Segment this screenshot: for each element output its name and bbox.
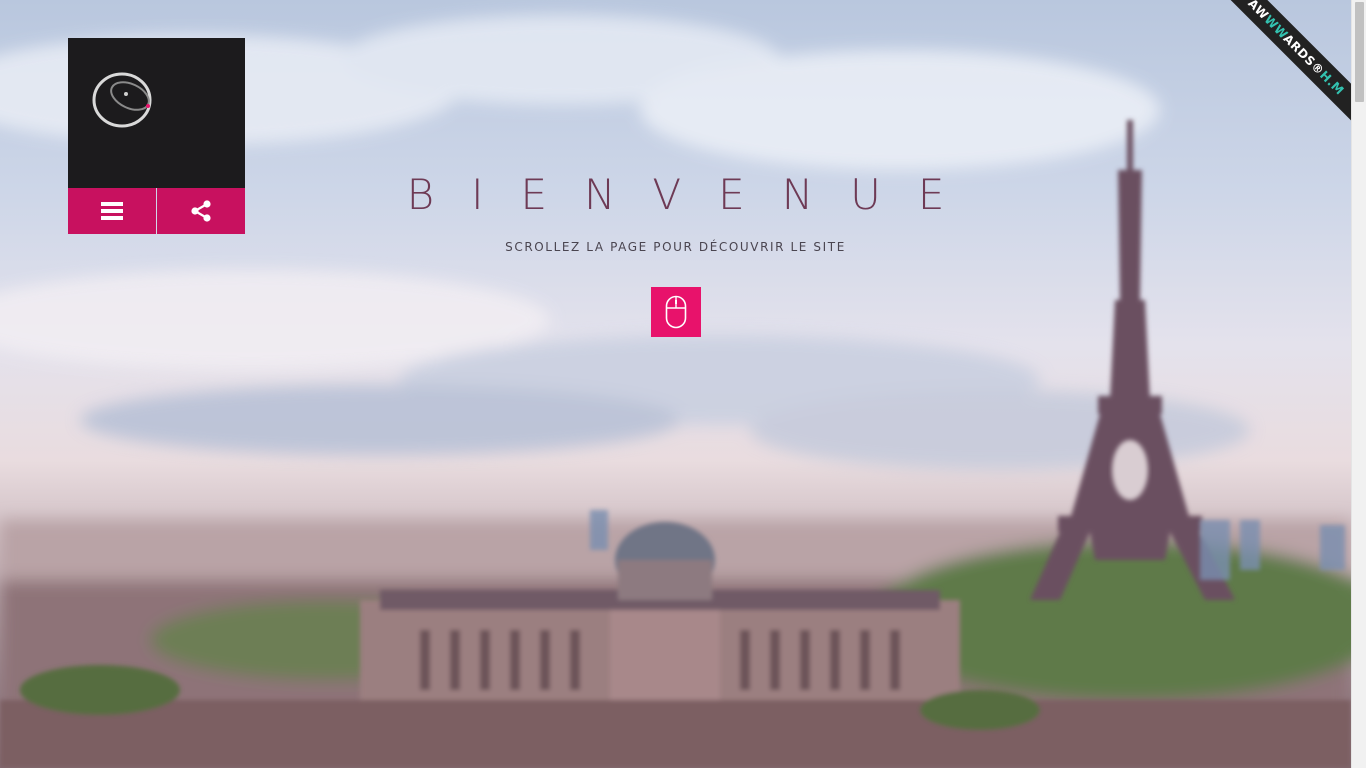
logo-panel[interactable] <box>68 38 245 188</box>
scroll-down-button[interactable] <box>651 287 701 337</box>
awwwards-ribbon[interactable]: AWWWARDS®H.M <box>1226 0 1351 125</box>
hero-subtitle: SCROLLEZ LA PAGE POUR DÉCOUVRIR LE SITE <box>505 240 846 254</box>
page: BIENVENUE SCROLLEZ LA PAGE POUR DÉCOUVRI… <box>0 0 1366 768</box>
hero-title: BIENVENUE <box>406 170 982 219</box>
scrollbar-thumb[interactable] <box>1355 2 1364 102</box>
mouse-icon <box>665 295 687 329</box>
orbit-logo-icon <box>92 72 152 128</box>
page-scrollbar[interactable] <box>1351 0 1366 768</box>
ribbon-tag: H.M <box>1317 68 1347 98</box>
